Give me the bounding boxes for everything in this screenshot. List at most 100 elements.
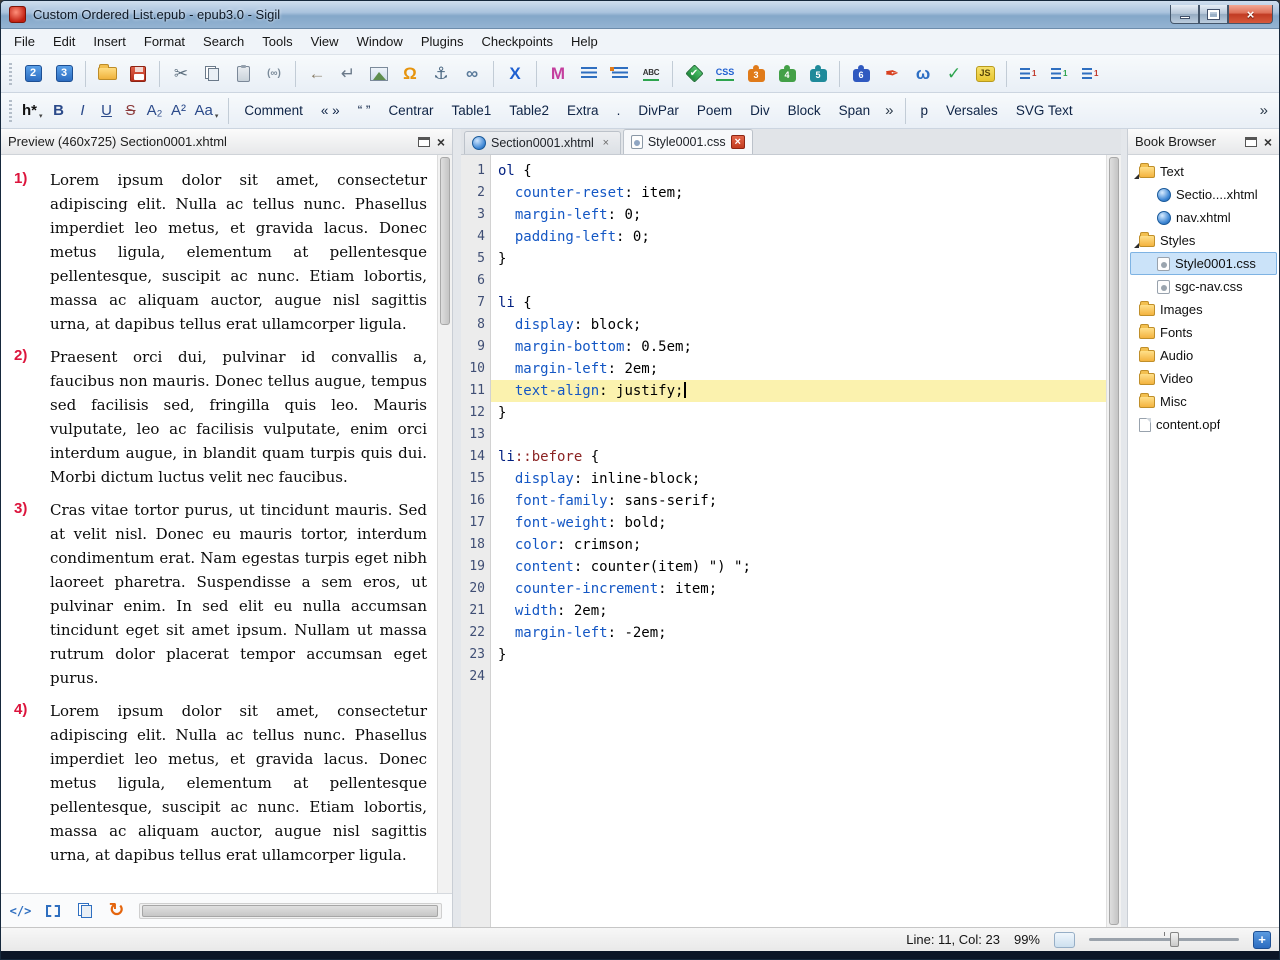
scrollbar-thumb[interactable]	[440, 157, 450, 325]
menu-tools[interactable]: Tools	[253, 30, 301, 53]
superscript-button[interactable]: A²	[167, 98, 191, 124]
tree-item-text[interactable]: Text	[1130, 160, 1277, 183]
tree-item-audio[interactable]: Audio	[1130, 344, 1277, 367]
zoom-slider-thumb[interactable]	[1170, 932, 1179, 947]
zoom-in-button[interactable]: +	[1253, 931, 1271, 949]
split-marker-button[interactable]: ↵	[333, 59, 363, 89]
preview-content[interactable]: 1)Lorem ipsum dolor sit amet, consectetu…	[1, 155, 437, 893]
code-line-2[interactable]: counter-reset: item;	[491, 182, 1106, 204]
pdf-plugin-button[interactable]: ✒	[877, 59, 907, 89]
clip-span[interactable]: Span	[830, 98, 880, 124]
menu-edit[interactable]: Edit	[44, 30, 84, 53]
special-character-button[interactable]: Ω	[395, 59, 425, 89]
heading-button[interactable]: h*▾	[18, 98, 47, 124]
code-line-4[interactable]: padding-left: 0;	[491, 226, 1106, 248]
back-button[interactable]: ←	[302, 59, 332, 89]
renumber-list-3-button[interactable]: 1	[1075, 59, 1105, 89]
plugin-6-button[interactable]: 6	[846, 59, 876, 89]
cut-button[interactable]: ✂	[166, 59, 196, 89]
code-line-13[interactable]	[491, 424, 1106, 446]
code-line-24[interactable]	[491, 666, 1106, 688]
renumber-list-2-button[interactable]: 1	[1044, 59, 1074, 89]
code-line-9[interactable]: margin-bottom: 0.5em;	[491, 336, 1106, 358]
validate-css-button[interactable]: CSS	[710, 59, 740, 89]
code-line-7[interactable]: li {	[491, 292, 1106, 314]
bold-button[interactable]: B	[47, 98, 71, 124]
preview-scrollbar[interactable]	[437, 155, 452, 893]
menu-window[interactable]: Window	[348, 30, 412, 53]
insert-image-button[interactable]	[364, 59, 394, 89]
check-plugin-button[interactable]: ✓	[939, 59, 969, 89]
tab-section0001-xhtml[interactable]: Section0001.xhtml×	[464, 131, 621, 154]
code-line-15[interactable]: display: inline-block;	[491, 468, 1106, 490]
code-line-6[interactable]	[491, 270, 1106, 292]
close-panel-icon[interactable]: ×	[1264, 135, 1272, 149]
code-line-3[interactable]: margin-left: 0;	[491, 204, 1106, 226]
clip-table2[interactable]: Table2	[500, 98, 558, 124]
zoom-out-button[interactable]	[1054, 932, 1075, 948]
close-button[interactable]: ×	[1228, 5, 1273, 24]
toolbar-handle[interactable]	[9, 100, 12, 122]
paste-button[interactable]	[228, 59, 258, 89]
hscrollbar-thumb[interactable]	[142, 905, 438, 917]
float-panel-icon[interactable]	[418, 137, 430, 147]
code-editor[interactable]: ol { counter-reset: item; margin-left: 0…	[491, 155, 1106, 927]
change-case-button[interactable]: Aa▾	[191, 98, 223, 124]
float-panel-icon[interactable]	[1245, 137, 1257, 147]
code-line-20[interactable]: counter-increment: item;	[491, 578, 1106, 600]
code-line-17[interactable]: font-weight: bold;	[491, 512, 1106, 534]
tree-item-fonts[interactable]: Fonts	[1130, 321, 1277, 344]
clip-centrar[interactable]: Centrar	[379, 98, 442, 124]
menu-insert[interactable]: Insert	[84, 30, 135, 53]
find-replace-button[interactable]: X	[500, 59, 530, 89]
clip-svg-text[interactable]: SVG Text	[1007, 98, 1082, 124]
save-button[interactable]	[123, 59, 153, 89]
clip-table1[interactable]: Table1	[442, 98, 500, 124]
clip-extra[interactable]: Extra	[558, 98, 608, 124]
code-line-16[interactable]: font-family: sans-serif;	[491, 490, 1106, 512]
toolbar-overflow-2-icon[interactable]: »	[1255, 102, 1273, 119]
copy-button[interactable]	[197, 59, 227, 89]
clip-block[interactable]: Block	[779, 98, 830, 124]
insert-link-button[interactable]: ∞	[457, 59, 487, 89]
code-line-5[interactable]: }	[491, 248, 1106, 270]
close-panel-icon[interactable]: ×	[437, 135, 445, 149]
tree-item-sectio-xhtml[interactable]: Sectio....xhtml	[1130, 183, 1277, 206]
preview-hscrollbar[interactable]	[139, 903, 442, 919]
clip-div[interactable]: Div	[741, 98, 779, 124]
wave-plugin-button[interactable]: ω	[908, 59, 938, 89]
tree-item-style0001-css[interactable]: Style0001.css	[1130, 252, 1277, 275]
javascript-plugin-button[interactable]: JS	[970, 59, 1000, 89]
italic-button[interactable]: I	[71, 98, 95, 124]
plugin-4-button[interactable]: 4	[772, 59, 802, 89]
strikethrough-button[interactable]: S	[119, 98, 143, 124]
tab-close-icon[interactable]: ×	[599, 136, 613, 150]
menu-plugins[interactable]: Plugins	[412, 30, 473, 53]
code-line-21[interactable]: width: 2em;	[491, 600, 1106, 622]
code-line-11[interactable]: text-align: justify;	[491, 380, 1106, 402]
code-line-18[interactable]: color: crimson;	[491, 534, 1106, 556]
wellformed-check-button[interactable]: ✔	[679, 59, 709, 89]
clip-comment[interactable]: Comment	[235, 98, 312, 124]
clip-poem[interactable]: Poem	[688, 98, 741, 124]
menu-format[interactable]: Format	[135, 30, 194, 53]
zoom-slider[interactable]	[1089, 938, 1239, 941]
code-line-14[interactable]: li::before {	[491, 446, 1106, 468]
maximize-button[interactable]	[1199, 5, 1228, 24]
tab-close-icon[interactable]: ×	[731, 135, 745, 149]
underline-button[interactable]: U	[95, 98, 119, 124]
tree-item-video[interactable]: Video	[1130, 367, 1277, 390]
code-line-8[interactable]: display: block;	[491, 314, 1106, 336]
metadata-editor-button[interactable]: M	[543, 59, 573, 89]
index-editor-button[interactable]	[605, 59, 635, 89]
open-file-button[interactable]	[92, 59, 122, 89]
code-line-23[interactable]: }	[491, 644, 1106, 666]
tree-item-nav-xhtml[interactable]: nav.xhtml	[1130, 206, 1277, 229]
anchor-button[interactable]: ⚓	[426, 59, 456, 89]
tree-item-misc[interactable]: Misc	[1130, 390, 1277, 413]
menu-view[interactable]: View	[302, 30, 348, 53]
spellcheck-button[interactable]: ABC	[636, 59, 666, 89]
tree-item-content-opf[interactable]: content.opf	[1130, 413, 1277, 436]
code-line-22[interactable]: margin-left: -2em;	[491, 622, 1106, 644]
toolbar-overflow-icon[interactable]: »	[880, 102, 898, 119]
